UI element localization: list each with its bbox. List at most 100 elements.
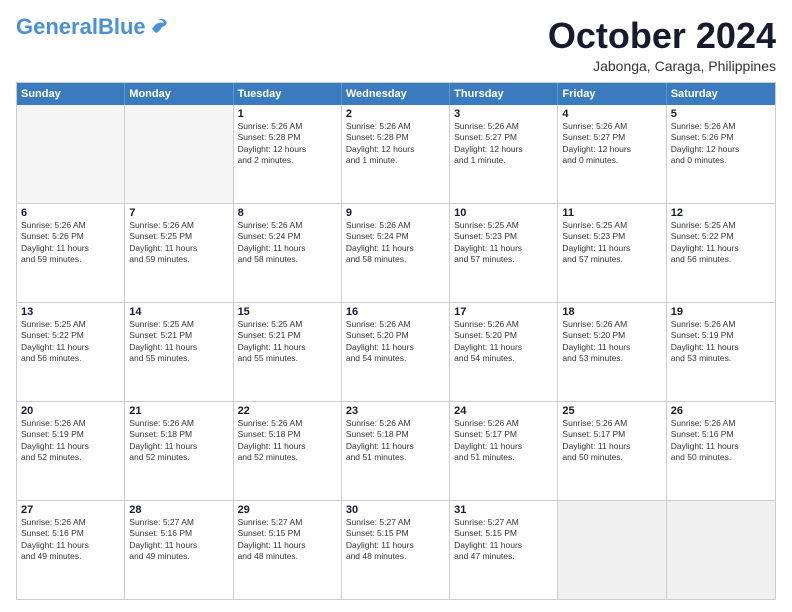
cell-line: and 54 minutes. <box>346 353 445 364</box>
cell-line: Sunset: 5:20 PM <box>454 330 553 341</box>
cell-line: Daylight: 11 hours <box>671 243 771 254</box>
cell-line: Sunrise: 5:26 AM <box>238 418 337 429</box>
cell-line: Daylight: 11 hours <box>346 342 445 353</box>
day-number: 10 <box>454 207 553 219</box>
cell-line: Sunrise: 5:27 AM <box>238 517 337 528</box>
calendar-cell-r2c2: 15Sunrise: 5:25 AMSunset: 5:21 PMDayligh… <box>234 303 342 401</box>
cell-line: Daylight: 11 hours <box>671 342 771 353</box>
calendar-cell-r4c4: 31Sunrise: 5:27 AMSunset: 5:15 PMDayligh… <box>450 501 558 599</box>
cell-line: Daylight: 12 hours <box>346 144 445 155</box>
cell-line: and 53 minutes. <box>671 353 771 364</box>
cell-line: Sunset: 5:28 PM <box>238 132 337 143</box>
day-number: 28 <box>129 504 228 516</box>
logo-text: GeneralBlue <box>16 16 146 38</box>
calendar-cell-r2c3: 16Sunrise: 5:26 AMSunset: 5:20 PMDayligh… <box>342 303 450 401</box>
cell-line: and 57 minutes. <box>562 254 661 265</box>
cell-line: Sunrise: 5:26 AM <box>21 220 120 231</box>
calendar-row-4: 27Sunrise: 5:26 AMSunset: 5:16 PMDayligh… <box>17 500 775 599</box>
cell-line: Daylight: 11 hours <box>238 540 337 551</box>
cell-line: Sunrise: 5:26 AM <box>21 418 120 429</box>
calendar-cell-r1c2: 8Sunrise: 5:26 AMSunset: 5:24 PMDaylight… <box>234 204 342 302</box>
cell-line: and 55 minutes. <box>129 353 228 364</box>
header-day-wednesday: Wednesday <box>342 83 450 105</box>
day-number: 27 <box>21 504 120 516</box>
cell-line: Daylight: 11 hours <box>21 540 120 551</box>
calendar-cell-r3c4: 24Sunrise: 5:26 AMSunset: 5:17 PMDayligh… <box>450 402 558 500</box>
day-number: 31 <box>454 504 553 516</box>
calendar-cell-r0c4: 3Sunrise: 5:26 AMSunset: 5:27 PMDaylight… <box>450 105 558 203</box>
cell-line: Sunset: 5:15 PM <box>238 528 337 539</box>
logo-general: General <box>16 14 98 39</box>
cell-line: and 52 minutes. <box>238 452 337 463</box>
day-number: 6 <box>21 207 120 219</box>
cell-line: and 59 minutes. <box>129 254 228 265</box>
cell-line: and 56 minutes. <box>671 254 771 265</box>
cell-line: Daylight: 11 hours <box>671 441 771 452</box>
cell-line: Daylight: 11 hours <box>21 441 120 452</box>
calendar-cell-r1c3: 9Sunrise: 5:26 AMSunset: 5:24 PMDaylight… <box>342 204 450 302</box>
cell-line: Sunrise: 5:26 AM <box>454 121 553 132</box>
cell-line: Daylight: 11 hours <box>238 441 337 452</box>
header-day-saturday: Saturday <box>667 83 775 105</box>
calendar-cell-r2c1: 14Sunrise: 5:25 AMSunset: 5:21 PMDayligh… <box>125 303 233 401</box>
cell-line: Daylight: 11 hours <box>346 243 445 254</box>
calendar-cell-r0c0 <box>17 105 125 203</box>
calendar-cell-r1c0: 6Sunrise: 5:26 AMSunset: 5:26 PMDaylight… <box>17 204 125 302</box>
cell-line: and 52 minutes. <box>21 452 120 463</box>
day-number: 5 <box>671 108 771 120</box>
calendar-row-1: 6Sunrise: 5:26 AMSunset: 5:26 PM Daylight… <box>17 203 775 302</box>
cell-line: Sunrise: 5:26 AM <box>671 418 771 429</box>
day-number: 24 <box>454 405 553 417</box>
calendar-cell-r4c0: 27Sunrise: 5:26 AMSunset: 5:16 PMDayligh… <box>17 501 125 599</box>
cell-line: Daylight: 11 hours <box>129 441 228 452</box>
cell-line: Daylight: 11 hours <box>238 243 337 254</box>
cell-line: and 0 minutes. <box>671 155 771 166</box>
day-number: 30 <box>346 504 445 516</box>
cell-line: Sunrise: 5:26 AM <box>346 121 445 132</box>
cell-line: Daylight: 11 hours <box>21 342 120 353</box>
cell-line: and 51 minutes. <box>454 452 553 463</box>
cell-line: Sunset: 5:15 PM <box>346 528 445 539</box>
cell-line: Sunset: 5:24 PM <box>346 231 445 242</box>
cell-line: Sunrise: 5:26 AM <box>238 121 337 132</box>
cell-line: Sunrise: 5:26 AM <box>346 319 445 330</box>
day-number: 12 <box>671 207 771 219</box>
cell-line: and 52 minutes. <box>129 452 228 463</box>
cell-line: and 54 minutes. <box>454 353 553 364</box>
cell-line: Sunset: 5:26 PM <box>21 231 120 242</box>
calendar-cell-r0c2: 1Sunrise: 5:26 AMSunset: 5:28 PMDaylight… <box>234 105 342 203</box>
calendar-cell-r3c0: 20Sunrise: 5:26 AMSunset: 5:19 PMDayligh… <box>17 402 125 500</box>
calendar: SundayMondayTuesdayWednesdayThursdayFrid… <box>16 82 776 600</box>
cell-line: Sunrise: 5:27 AM <box>346 517 445 528</box>
cell-line: Sunset: 5:16 PM <box>671 429 771 440</box>
cell-line: Sunrise: 5:26 AM <box>562 121 661 132</box>
header-day-thursday: Thursday <box>450 83 558 105</box>
calendar-cell-r1c5: 11Sunrise: 5:25 AMSunset: 5:23 PMDayligh… <box>558 204 666 302</box>
cell-line: Sunset: 5:28 PM <box>346 132 445 143</box>
calendar-body: 1Sunrise: 5:26 AMSunset: 5:28 PMDaylight… <box>17 105 775 599</box>
cell-line: and 0 minutes. <box>562 155 661 166</box>
cell-line: Sunset: 5:18 PM <box>129 429 228 440</box>
cell-line: Sunrise: 5:25 AM <box>454 220 553 231</box>
cell-line: and 49 minutes. <box>129 551 228 562</box>
cell-line: and 1 minute. <box>454 155 553 166</box>
cell-line: Sunrise: 5:26 AM <box>21 517 120 528</box>
cell-line: Daylight: 12 hours <box>238 144 337 155</box>
day-number: 25 <box>562 405 661 417</box>
calendar-row-2: 13Sunrise: 5:25 AMSunset: 5:22 PMDayligh… <box>17 302 775 401</box>
day-number: 18 <box>562 306 661 318</box>
day-number: 26 <box>671 405 771 417</box>
cell-line: Daylight: 12 hours <box>454 144 553 155</box>
cell-line: Sunrise: 5:26 AM <box>671 121 771 132</box>
cell-line: Sunrise: 5:26 AM <box>454 319 553 330</box>
title-block: October 2024 Jabonga, Caraga, Philippine… <box>548 16 776 74</box>
cell-line: Sunrise: 5:26 AM <box>454 418 553 429</box>
cell-line: and 48 minutes. <box>346 551 445 562</box>
cell-line: Sunset: 5:27 PM <box>454 132 553 143</box>
cell-line: and 53 minutes. <box>562 353 661 364</box>
day-number: 23 <box>346 405 445 417</box>
cell-line: Daylight: 11 hours <box>129 342 228 353</box>
day-number: 29 <box>238 504 337 516</box>
day-number: 15 <box>238 306 337 318</box>
cell-line: Sunset: 5:25 PM <box>129 231 228 242</box>
